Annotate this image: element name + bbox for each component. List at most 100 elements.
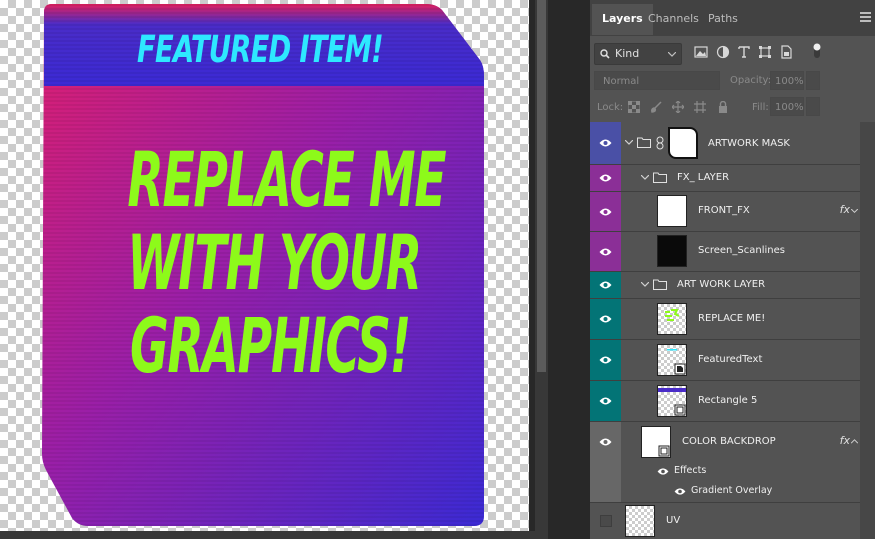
document-canvas[interactable]: FEATURED ITEM! REPLACE ME WITH YOUR GRAP…	[0, 0, 535, 539]
eye-icon	[599, 248, 612, 255]
pixel-layer-filter-icon[interactable]	[694, 45, 708, 59]
layer-name: ART WORK LAYER	[677, 279, 766, 290]
eye-icon	[599, 397, 612, 405]
lock-image-pixels-icon[interactable]	[650, 101, 662, 113]
eye-icon	[599, 208, 612, 215]
layer-thumbnail[interactable]	[641, 426, 671, 458]
eye-icon	[599, 174, 612, 182]
visibility-toggle[interactable]	[590, 192, 621, 231]
filter-kind-select[interactable]: Kind	[594, 43, 682, 65]
blend-mode-select[interactable]: Normal	[594, 71, 720, 90]
tab-paths[interactable]: Paths	[698, 4, 748, 35]
lock-position-icon[interactable]	[672, 101, 684, 113]
smart-object-filter-icon[interactable]	[779, 45, 793, 59]
layer-thumbnail[interactable]	[657, 235, 687, 267]
shape-badge-icon	[658, 388, 686, 416]
layer-mask-thumbnail[interactable]	[668, 127, 698, 159]
opacity-label: Opacity:	[730, 75, 772, 86]
layer-row-art-work-layer[interactable]: ART WORK LAYER	[590, 272, 860, 299]
eye-icon[interactable]	[657, 467, 669, 476]
panel-menu-icon[interactable]	[860, 12, 871, 22]
eye-icon	[599, 315, 612, 323]
fx-icon[interactable]: fx	[840, 434, 850, 447]
layer-name: Screen_Scanlines	[698, 245, 785, 256]
panel-gutter	[548, 0, 590, 539]
layer-thumbnail[interactable]	[657, 303, 687, 335]
lock-all-icon[interactable]	[717, 101, 729, 113]
chevron-down-icon[interactable]	[625, 140, 633, 146]
chevron-down-icon	[668, 52, 676, 57]
layer-row-front-fx[interactable]: FRONT_FX fx	[590, 192, 860, 232]
folder-icon	[653, 172, 667, 183]
search-icon	[600, 49, 610, 59]
canvas-horizontal-scrollbar[interactable]	[0, 531, 535, 539]
visibility-toggle[interactable]	[590, 299, 621, 339]
filter-kind-label: Kind	[615, 47, 640, 60]
layer-thumbnail[interactable]	[657, 385, 687, 417]
eye-icon[interactable]	[674, 487, 686, 496]
effects-color-strip	[590, 462, 621, 482]
chevron-down-icon[interactable]	[851, 209, 858, 214]
layer-row-rectangle-5[interactable]: Rectangle 5	[590, 381, 860, 422]
fill-input[interactable]: 100%	[770, 97, 804, 116]
visibility-toggle[interactable]	[590, 122, 621, 164]
filter-toggle-icon[interactable]	[812, 42, 822, 60]
visibility-toggle[interactable]	[590, 165, 621, 191]
layer-name: REPLACE ME!	[698, 313, 766, 324]
opacity-dropdown[interactable]	[806, 71, 820, 90]
eye-icon	[599, 139, 612, 147]
layer-thumbnail[interactable]	[657, 195, 687, 227]
layer-row-featured-text[interactable]: FeaturedText	[590, 340, 860, 381]
visibility-toggle[interactable]	[590, 381, 621, 421]
shape-layer-filter-icon[interactable]	[758, 45, 772, 59]
visibility-toggle-off[interactable]	[600, 515, 612, 527]
layer-name: ARTWORK MASK	[708, 138, 790, 149]
type-layer-filter-icon[interactable]	[737, 45, 751, 59]
layer-name: Rectangle 5	[698, 395, 758, 406]
visibility-toggle[interactable]	[590, 340, 621, 380]
blend-row: Normal Opacity: 100%	[590, 68, 875, 94]
fill-label: Fill:	[752, 102, 769, 113]
effects-row[interactable]: Effects	[590, 462, 860, 482]
visibility-toggle[interactable]	[590, 232, 621, 271]
shape-badge-icon	[658, 445, 670, 457]
lock-artboard-icon[interactable]	[694, 101, 706, 113]
eye-icon	[599, 438, 612, 446]
folder-icon	[637, 137, 651, 148]
chevron-down-icon[interactable]	[641, 175, 649, 181]
layer-thumbnail[interactable]	[625, 505, 655, 537]
chevron-up-icon[interactable]	[851, 439, 858, 444]
layer-row-artwork-mask[interactable]: ARTWORK MASK	[590, 122, 860, 165]
headline-line-1: REPLACE ME	[127, 135, 446, 224]
lock-row: Lock: Fill: 100%	[590, 94, 875, 123]
adjustment-layer-filter-icon[interactable]	[716, 45, 730, 59]
chevron-down-icon[interactable]	[641, 282, 649, 288]
layer-row-uv[interactable]: UV	[590, 503, 860, 539]
layer-name: COLOR BACKDROP	[682, 436, 776, 447]
layer-row-replace-me[interactable]: REPLACE ME!	[590, 299, 860, 340]
headline-line-3: GRAPHICS!	[129, 301, 411, 390]
layer-thumbnail[interactable]	[657, 344, 687, 376]
layer-name: FRONT_FX	[698, 205, 750, 216]
headline-line-2: WITH YOUR	[127, 218, 422, 307]
lock-label: Lock:	[597, 102, 624, 113]
layer-row-fx-layer[interactable]: FX_ LAYER	[590, 165, 860, 192]
visibility-toggle[interactable]	[590, 422, 621, 462]
layers-scrollbar[interactable]	[860, 122, 875, 539]
canvas-scroll-thumb[interactable]	[537, 0, 546, 372]
visibility-toggle[interactable]	[590, 272, 621, 298]
artwork-preview-icon	[665, 309, 680, 321]
fill-dropdown[interactable]	[806, 97, 820, 116]
fx-icon[interactable]: fx	[840, 203, 850, 216]
effect-row-gradient-overlay[interactable]: Gradient Overlay	[590, 482, 860, 503]
layer-row-color-backdrop[interactable]: COLOR BACKDROP fx	[590, 422, 860, 462]
eye-icon	[599, 356, 612, 364]
lock-transparent-pixels-icon[interactable]	[628, 101, 640, 113]
featured-item-text: FEATURED ITEM!	[137, 28, 384, 71]
layers-list: ARTWORK MASK FX_ LAYER FRONT_FX fx Scree…	[590, 122, 875, 539]
effects-label: Effects	[674, 465, 707, 476]
eye-icon	[599, 281, 612, 289]
smart-object-badge-icon	[667, 349, 686, 375]
opacity-input[interactable]: 100%	[770, 71, 804, 90]
layer-row-screen-scanlines[interactable]: Screen_Scanlines	[590, 232, 860, 272]
